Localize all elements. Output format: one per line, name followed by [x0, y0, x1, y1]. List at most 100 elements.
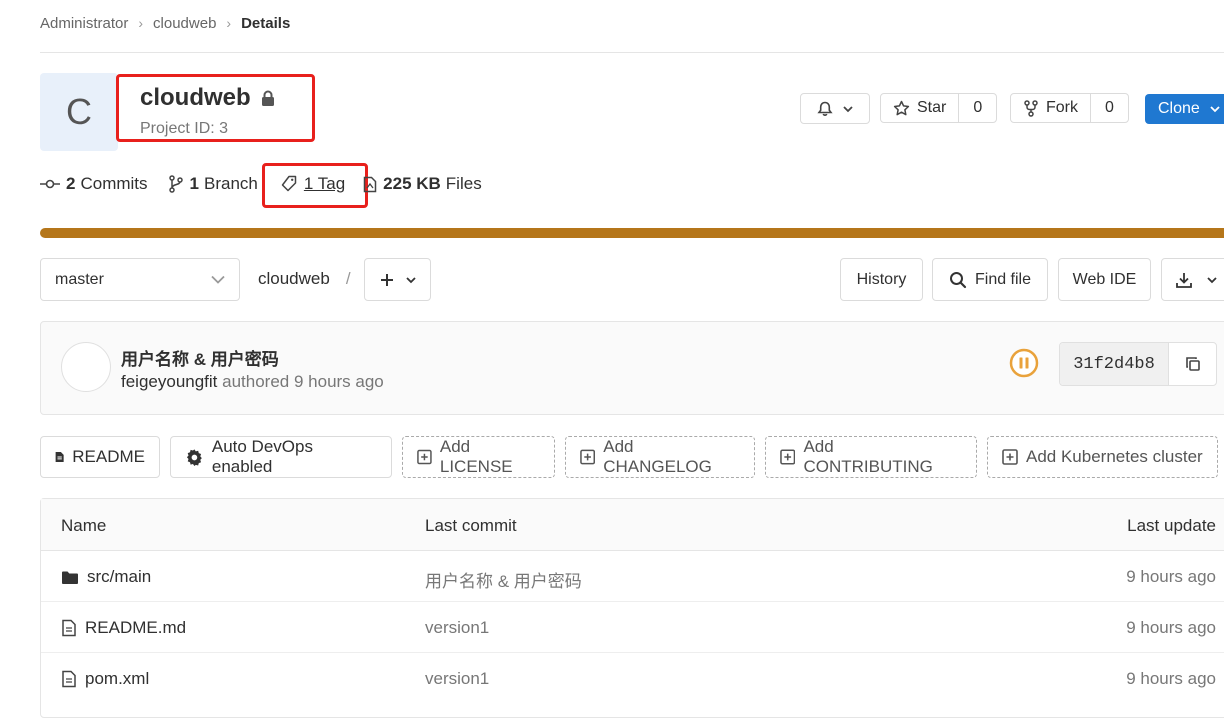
file-tree-header: [41, 499, 1224, 551]
table-row-commit[interactable]: version1: [425, 669, 489, 689]
repo-path: cloudweb /: [258, 269, 363, 289]
file-icon: [62, 619, 76, 637]
breadcrumb: Administrator › cloudweb › Details: [40, 13, 290, 33]
files-link[interactable]: 225 KB Files: [363, 174, 482, 194]
project-stats: 2 Commits 1 Branch 1 Tag 225 KB Files: [40, 172, 502, 196]
readme-label: README: [72, 447, 145, 466]
branch-count: 1: [189, 174, 199, 193]
files-size: 225 KB: [383, 174, 441, 193]
table-row-name[interactable]: README.md: [61, 618, 186, 638]
header-divider: [40, 52, 1224, 53]
add-changelog-button[interactable]: Add CHANGELOG: [565, 436, 755, 478]
row-divider: [41, 601, 1224, 602]
branch-label: Branch: [204, 174, 258, 193]
commits-link[interactable]: 2 Commits: [40, 174, 148, 194]
author-avatar[interactable]: [61, 342, 111, 392]
chevron-down-icon: [211, 275, 225, 284]
commits-label: Commits: [80, 174, 148, 193]
file-size-icon: [363, 176, 377, 192]
plus-square-icon: [417, 449, 432, 465]
gear-icon: [186, 448, 202, 466]
tag-icon: [281, 175, 297, 192]
project-name: cloudweb: [140, 84, 251, 111]
plus-square-icon: [780, 449, 796, 465]
fork-count[interactable]: 0: [1090, 94, 1128, 122]
table-row-commit[interactable]: 用户名称 & 用户密码: [425, 567, 582, 592]
table-row-name[interactable]: src/main: [61, 567, 151, 587]
add-license-button[interactable]: Add LICENSE: [402, 436, 555, 478]
commit-icon: [40, 179, 60, 189]
star-icon: [893, 100, 910, 115]
commits-count: 2: [66, 174, 76, 193]
add-changelog-label: Add CHANGELOG: [603, 437, 712, 476]
branch-selector-value: master: [55, 270, 104, 288]
copy-icon: [1185, 357, 1200, 371]
auto-devops-label: Auto DevOps enabled: [211, 437, 313, 476]
plus-square-icon: [580, 449, 596, 465]
commit-title[interactable]: 用户名称 & 用户密码: [121, 345, 279, 370]
search-icon: [949, 271, 967, 288]
readme-button[interactable]: README: [40, 436, 160, 478]
breadcrumb-project[interactable]: cloudweb: [153, 15, 216, 32]
tag-label: 1 Tag: [303, 174, 346, 193]
breadcrumb-current[interactable]: Details: [241, 15, 290, 32]
notification-dropdown[interactable]: [800, 93, 870, 124]
commit-sha[interactable]: 31f2d4b8: [1060, 343, 1168, 385]
download-dropdown[interactable]: [1161, 258, 1224, 301]
web-ide-button[interactable]: Web IDE: [1058, 258, 1151, 301]
table-row-update: 9 hours ago: [1126, 567, 1216, 586]
plus-icon: [380, 273, 393, 286]
path-root[interactable]: cloudweb: [258, 269, 330, 289]
table-row-name[interactable]: pom.xml: [61, 669, 149, 689]
add-license-label: Add LICENSE: [439, 437, 513, 476]
auto-devops-button[interactable]: Auto DevOps enabled: [170, 436, 392, 478]
star-count[interactable]: 0: [958, 94, 996, 122]
file-name: README.md: [85, 618, 187, 637]
branch-selector[interactable]: master: [40, 258, 240, 301]
find-file-button[interactable]: Find file: [932, 258, 1048, 301]
chevron-right-icon: ›: [226, 15, 232, 31]
fork-button[interactable]: Fork: [1011, 94, 1090, 122]
breadcrumb-administrator[interactable]: Administrator: [40, 15, 128, 32]
star-button[interactable]: Star: [881, 94, 958, 122]
chevron-down-icon: [1207, 276, 1217, 283]
column-header-last-update: Last update: [1127, 516, 1216, 535]
fork-icon: [1024, 99, 1038, 117]
plus-square-icon: [1002, 449, 1018, 465]
column-header-last-commit: Last commit: [425, 516, 517, 535]
copy-sha-button[interactable]: [1168, 343, 1216, 385]
pipeline-paused-icon[interactable]: [1009, 348, 1039, 378]
history-button[interactable]: History: [840, 258, 923, 301]
chevron-down-icon: [1210, 106, 1220, 113]
file-name: pom.xml: [85, 669, 150, 688]
bell-icon: [817, 101, 833, 116]
folder-icon: [62, 571, 78, 584]
chevron-down-icon: [405, 276, 416, 283]
file-icon: [62, 670, 76, 688]
add-to-tree-dropdown[interactable]: [364, 258, 431, 301]
file-text-icon: [55, 452, 64, 462]
branches-link[interactable]: 1 Branch: [168, 174, 258, 194]
commit-meta: feigeyoungfit authored 9 hours ago: [121, 372, 384, 392]
tags-link[interactable]: 1 Tag: [280, 174, 345, 194]
lock-icon: [261, 90, 274, 106]
fork-label: Fork: [1046, 99, 1078, 116]
file-name: src/main: [87, 567, 152, 586]
path-separator: /: [345, 269, 351, 288]
commit-sha-group: 31f2d4b8: [1059, 342, 1217, 386]
row-divider: [41, 652, 1224, 653]
chevron-right-icon: ›: [138, 15, 144, 31]
find-file-label: Find file: [974, 270, 1032, 288]
commit-author[interactable]: feigeyoungfit: [121, 372, 217, 391]
table-row-commit[interactable]: version1: [425, 618, 489, 638]
table-row-update: 9 hours ago: [1126, 618, 1216, 637]
add-contributing-button[interactable]: Add CONTRIBUTING: [765, 436, 977, 478]
fork-group: Fork 0: [1010, 93, 1129, 123]
add-kubernetes-cluster-button[interactable]: Add Kubernetes cluster: [987, 436, 1218, 478]
commit-authored-time: authored 9 hours ago: [222, 372, 384, 391]
project-id: Project ID: 3: [140, 120, 229, 137]
star-label: Star: [917, 99, 947, 116]
add-contributing-label: Add CONTRIBUTING: [803, 437, 933, 476]
clone-button[interactable]: Clone: [1145, 94, 1224, 124]
files-label: Files: [445, 174, 482, 193]
